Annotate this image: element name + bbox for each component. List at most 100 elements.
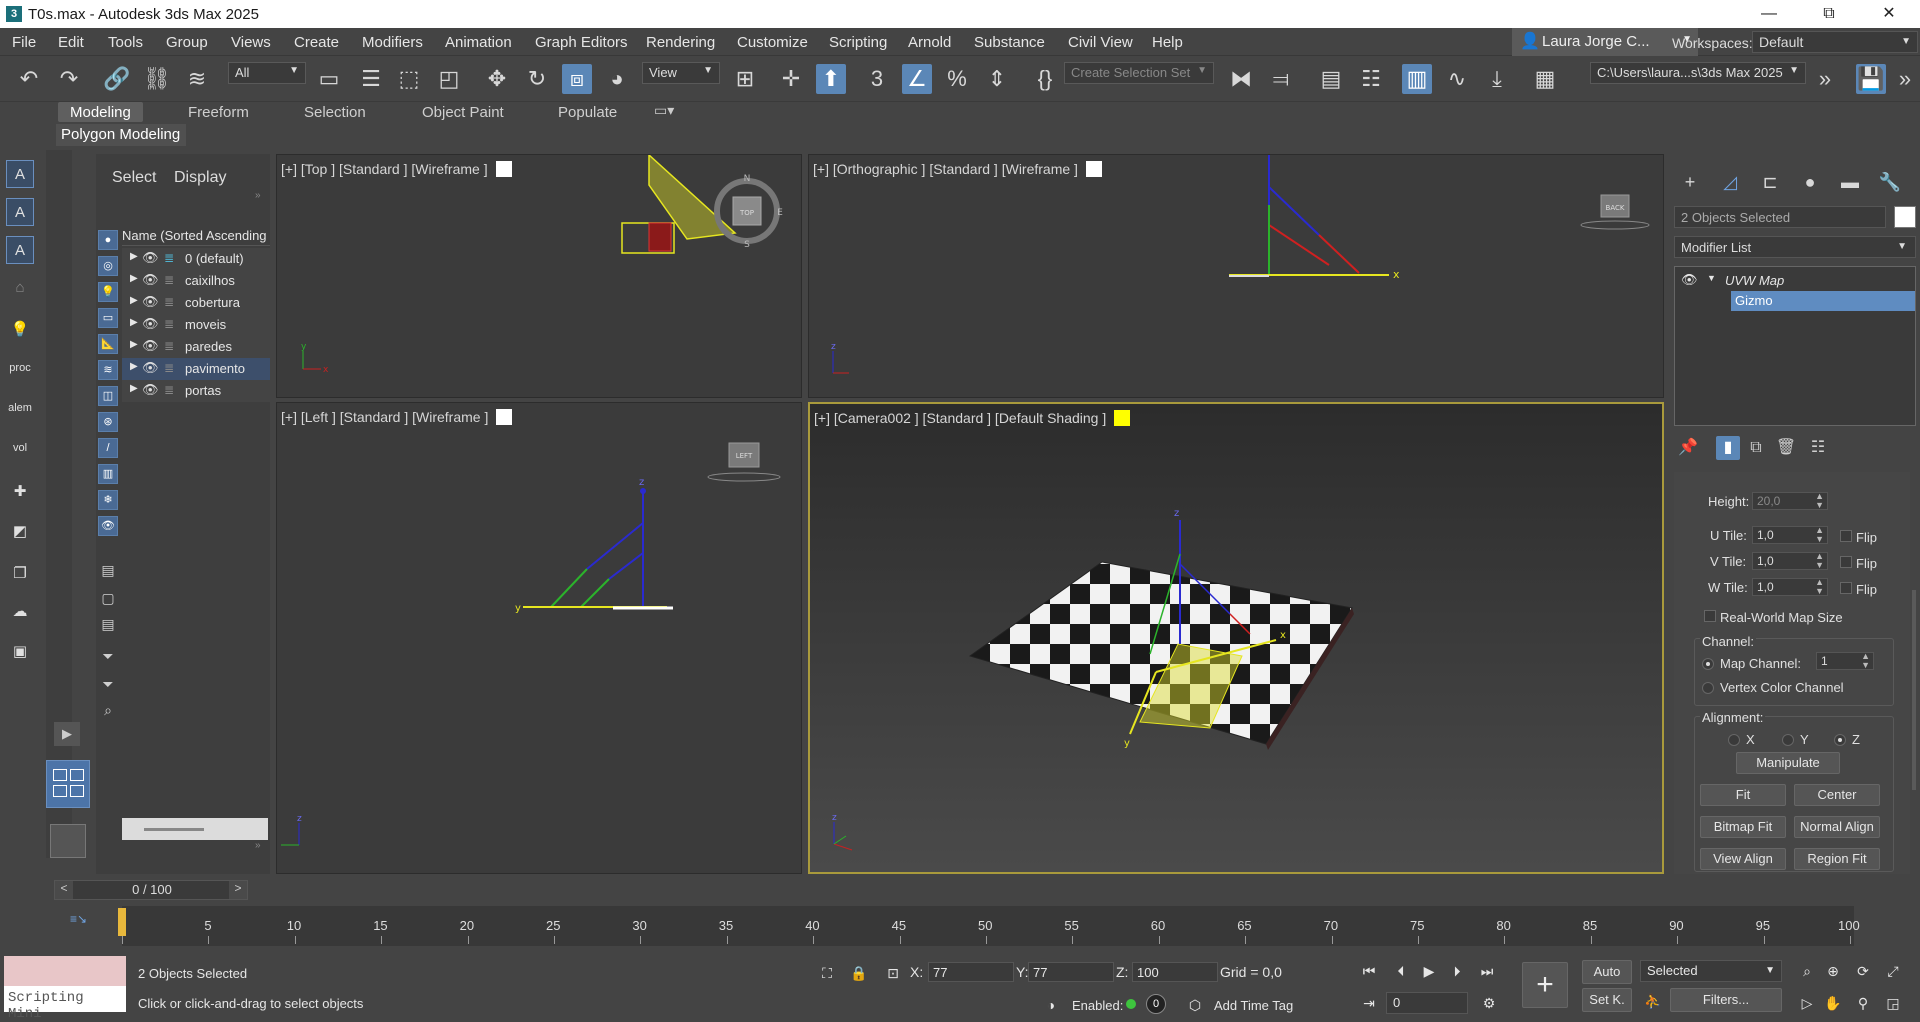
text-b-icon[interactable]: A	[6, 198, 34, 226]
menu-customize[interactable]: Customize	[737, 34, 808, 51]
object-color-swatch[interactable]	[1894, 206, 1916, 228]
find-icon[interactable]: ⌕	[98, 700, 118, 720]
adaptive-degradation-icon[interactable]: ◑	[1040, 994, 1062, 1016]
menu-graph-editors[interactable]: Graph Editors	[535, 34, 628, 51]
teapot-icon[interactable]: ⌂	[6, 274, 34, 302]
eye-icon[interactable]: 👁	[142, 272, 159, 288]
height-spinner[interactable]: 20,0 ▲ ▼	[1752, 492, 1828, 510]
eye-icon[interactable]: 👁	[142, 338, 159, 354]
mirror-icon[interactable]: ⧓	[1226, 64, 1256, 94]
alem-icon[interactable]: alem	[6, 394, 34, 422]
select-manipulate-icon[interactable]: ✛	[776, 64, 806, 94]
schematic-view-icon[interactable]: ⤓	[1482, 64, 1512, 94]
angle-snap-icon[interactable]: ∠	[902, 64, 932, 94]
curve-editor-icon[interactable]: ∿	[1442, 64, 1472, 94]
placement-icon[interactable]: ◕	[602, 64, 632, 94]
image-icon[interactable]: ▣	[6, 638, 34, 666]
lights-icon[interactable]: ☁	[6, 598, 34, 626]
modifier-list-dropdown[interactable]: Modifier List ▼	[1674, 236, 1916, 258]
viewport-left[interactable]: [+] [Left ] [Standard ] [Wireframe ] z y…	[276, 402, 802, 874]
walk-through-icon[interactable]: ⚲	[1852, 992, 1874, 1014]
region-fit-button[interactable]: Region Fit	[1794, 848, 1880, 870]
minimize-button[interactable]: —	[1740, 0, 1798, 28]
normal-align-button[interactable]: Normal Align	[1794, 816, 1880, 838]
explorer-expand-icon[interactable]: »	[255, 840, 261, 851]
layer-row[interactable]: ▶ 👁 ≣ cobertura	[122, 292, 270, 314]
map-channel-radio[interactable]	[1702, 658, 1714, 670]
viewport-orthographic[interactable]: [+] [Orthographic ] [Standard ] [Wirefra…	[808, 154, 1664, 398]
display-cameras-icon[interactable]: ▭	[98, 308, 118, 328]
material-editor-icon[interactable]: ▦	[1530, 64, 1560, 94]
display-none-icon[interactable]: ▢	[98, 588, 118, 608]
menu-rendering[interactable]: Rendering	[646, 34, 715, 51]
select-by-name-icon[interactable]: ☰	[356, 64, 386, 94]
eye-icon[interactable]: 👁	[142, 382, 159, 398]
expand-triangle-icon[interactable]: ▶	[130, 251, 138, 262]
time-configuration-icon[interactable]: ⚙	[1478, 992, 1500, 1014]
display-tab-icon[interactable]: ▬	[1832, 168, 1868, 196]
eye-icon[interactable]: 👁	[142, 294, 159, 310]
display-bones-icon[interactable]: /	[98, 438, 118, 458]
time-tag-icon[interactable]: ⬡	[1184, 994, 1206, 1016]
play-icon[interactable]: ▶	[1418, 960, 1440, 982]
maxscript-listener[interactable]	[4, 956, 126, 986]
align-y-radio[interactable]	[1782, 734, 1794, 746]
collapse-triangle-icon[interactable]: ▼	[1707, 273, 1716, 283]
scripting-mini-input[interactable]: Scripting Mini	[4, 986, 126, 1022]
hierarchy-tab-icon[interactable]: ⊏	[1752, 168, 1788, 196]
expand-triangle-icon[interactable]: ▶	[130, 273, 138, 284]
v-flip-checkbox[interactable]	[1840, 556, 1852, 568]
restore-button[interactable]: ⧉	[1800, 0, 1858, 28]
isolate-selection-icon[interactable]: ⛶	[816, 962, 838, 984]
toolbar-overflow-icon[interactable]: »	[1810, 64, 1840, 94]
zoom-icon[interactable]: ⌕	[1796, 960, 1818, 982]
filter-select-icon[interactable]: ⏷	[98, 674, 118, 694]
redo-icon[interactable]: ↷	[54, 64, 84, 94]
object-name-field[interactable]: 2 Objects Selected	[1674, 206, 1886, 228]
current-frame-spinner[interactable]: 0	[1386, 992, 1468, 1014]
unlink-icon[interactable]: ⛓	[142, 64, 172, 94]
zoom-all-icon[interactable]: ⊕	[1822, 960, 1844, 982]
previous-frame-icon[interactable]: ⏴	[1390, 960, 1412, 982]
w-tile-spinner[interactable]: 1,0 ▲ ▼	[1752, 578, 1828, 596]
workspace-select[interactable]: Default ▼	[1752, 31, 1918, 53]
align-icon[interactable]: ⫤	[1266, 64, 1296, 94]
add-time-tag[interactable]: Add Time Tag	[1214, 998, 1293, 1013]
toggle-ribbon-icon[interactable]: ▥	[1402, 64, 1432, 94]
display-all-icon[interactable]: ▤	[98, 560, 118, 580]
rectangular-selection-icon[interactable]: ⬚	[394, 64, 424, 94]
named-selection-set-dropdown[interactable]: Create Selection Set ▼	[1064, 62, 1214, 84]
expand-triangle-icon[interactable]: ▶	[130, 339, 138, 350]
spinner-arrows-icon[interactable]: ▲ ▼	[1815, 526, 1824, 544]
vol-icon[interactable]: vol	[6, 434, 34, 462]
show-end-result-icon[interactable]: ▮	[1716, 436, 1740, 460]
vertex-color-channel-radio[interactable]	[1702, 682, 1714, 694]
render-icon[interactable]: ◩	[6, 518, 34, 546]
command-panel-scrollbar[interactable]	[1912, 590, 1916, 790]
create-tab-icon[interactable]: +	[1672, 168, 1708, 196]
menu-civil-view[interactable]: Civil View	[1068, 34, 1133, 51]
time-slider-next-icon[interactable]: >	[229, 881, 247, 899]
ribbon-panel-polygon-modeling[interactable]: Polygon Modeling	[56, 124, 186, 146]
project-folder-dropdown[interactable]: C:\Users\laura...s\3ds Max 2025 ▼	[1590, 62, 1806, 84]
explorer-horizontal-scrollbar[interactable]	[122, 818, 268, 840]
layer-row[interactable]: ▶ 👁 ≣ moveis	[122, 314, 270, 336]
fit-button[interactable]: Fit	[1700, 784, 1786, 806]
spinner-arrows-icon[interactable]: ▲ ▼	[1815, 552, 1824, 570]
time-slider[interactable]: < 0 / 100 >	[54, 880, 248, 900]
absolute-mode-icon[interactable]: ⊡	[882, 962, 904, 984]
spinner-snap-icon[interactable]: ⇕	[982, 64, 1012, 94]
menu-help[interactable]: Help	[1152, 34, 1183, 51]
animation-icon[interactable]: ✚	[6, 478, 34, 506]
layer-row[interactable]: ▶ 👁 ≣ paredes	[122, 336, 270, 358]
eye-icon[interactable]: 👁	[142, 316, 159, 332]
align-x-radio[interactable]	[1728, 734, 1740, 746]
bitmap-fit-button[interactable]: Bitmap Fit	[1700, 816, 1786, 838]
expand-triangle-icon[interactable]: ▶	[130, 295, 138, 306]
u-flip-checkbox[interactable]	[1840, 530, 1852, 542]
menu-modifiers[interactable]: Modifiers	[362, 34, 423, 51]
configure-modifier-sets-icon[interactable]: ☷	[1806, 436, 1830, 460]
expand-arrow-icon[interactable]: ▶	[54, 722, 80, 746]
proc-icon[interactable]: proc	[6, 354, 34, 382]
menu-group[interactable]: Group	[166, 34, 208, 51]
